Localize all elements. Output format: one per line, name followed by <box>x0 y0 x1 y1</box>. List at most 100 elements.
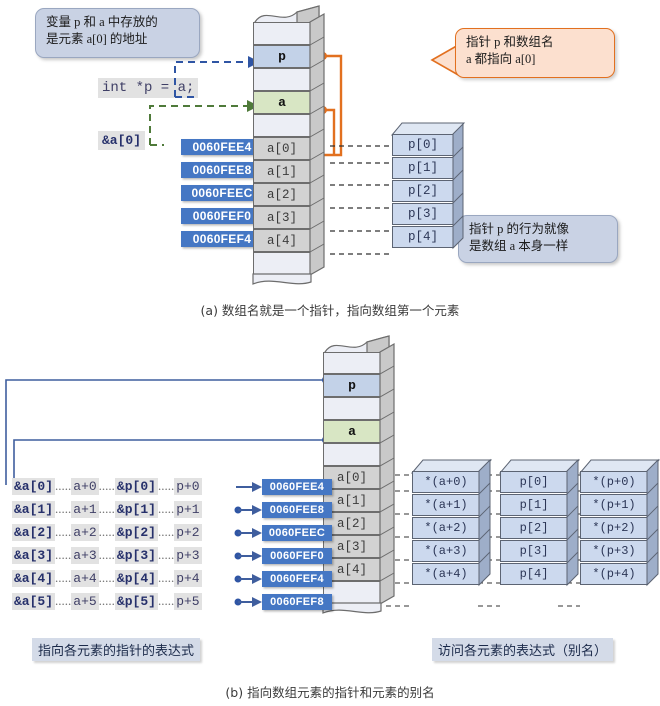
p-index-cell: p[0] <box>500 471 568 493</box>
star-a-column-side <box>478 458 491 587</box>
memory-stack-a-bottom <box>252 273 312 285</box>
star-p-cell: *(p+4) <box>580 563 648 585</box>
star-p-cell: *(p+1) <box>580 494 648 516</box>
a-plus-expr: a+5 <box>71 593 99 610</box>
p-plus-expr: p+1 <box>174 501 202 518</box>
address-pill: 0060FEF0 <box>262 548 332 564</box>
p-array-cell: p[4] <box>392 226 454 248</box>
address-pill: 0060FEF4 <box>181 231 263 247</box>
address-pill: 0060FEE4 <box>181 139 263 155</box>
amp-a-expr: &a[0] <box>12 478 56 495</box>
address-pill: 0060FEE8 <box>262 502 332 518</box>
label-access-expressions: 访问各元素的表达式（别名） <box>432 638 614 661</box>
amp-p-expr: &p[2] <box>114 524 158 541</box>
memory-stack-b: p a a[0] a[1] a[2] a[3] a[4] <box>323 342 399 620</box>
address-pill: 0060FEEC <box>181 185 263 201</box>
address-pill: 0060FEE4 <box>262 479 332 495</box>
note-balloon-pointer-array: 指针 p 和数组名 a 都指向 a[0] <box>455 28 615 78</box>
amp-a-expr: &a[3] <box>12 547 56 564</box>
amp-p-expr: &p[0] <box>114 478 158 495</box>
address-pill: 0060FEF0 <box>181 208 263 224</box>
expression-row: &a[4]..... a+4..... &p[4]..... p+4 <box>12 570 202 587</box>
p-plus-expr: p+0 <box>174 478 202 495</box>
p-plus-expr: p+5 <box>174 593 202 610</box>
p-index-cell: p[2] <box>500 517 568 539</box>
address-pill: 0060FEE8 <box>181 162 263 178</box>
p-array-cell: p[2] <box>392 180 454 202</box>
p-array-cell: p[0] <box>392 134 454 156</box>
amp-p-expr: &p[4] <box>114 570 158 587</box>
memory-cell-a: a <box>253 91 311 114</box>
p-index-column: p[0] p[1] p[2] p[3] p[4] <box>498 458 590 600</box>
star-a-column: *(a+0) *(a+1) *(a+2) *(a+3) *(a+4) <box>410 458 502 600</box>
star-p-column: *(p+0) *(p+1) *(p+2) *(p+3) *(p+4) <box>578 458 660 600</box>
expression-row: &a[1]..... a+1..... &p[1]..... p+1 <box>12 501 202 518</box>
panel-b-caption: (b) 指向数组元素的指针和元素的别名 <box>225 685 435 700</box>
address-pill: 0060FEF4 <box>262 571 332 587</box>
address-pill: 0060FEEC <box>262 525 332 541</box>
panel-a: 变量 p 和 a 中存放的 是元素 a[0] 的地址 int *p = a; &… <box>0 0 660 330</box>
star-p-cell: *(p+2) <box>580 517 648 539</box>
star-a-cell: *(a+1) <box>412 494 480 516</box>
amp-p-expr: &p[1] <box>114 501 158 518</box>
note-balloon-pointer-behaves: 指针 p 的行为就像 是数组 a 本身一样 <box>458 215 618 263</box>
memory-stack-b-side <box>379 342 395 606</box>
p-plus-expr: p+2 <box>174 524 202 541</box>
memory-stack-b-bottom <box>322 602 382 614</box>
panel-b: p a a[0] a[1] a[2] a[3] a[4] &a[0]..... a… <box>0 330 660 706</box>
p-array-cell: p[3] <box>392 203 454 225</box>
memory-cell-p: p <box>253 45 311 68</box>
amp-a-expr: &a[2] <box>12 524 56 541</box>
p-array-cell: p[1] <box>392 157 454 179</box>
note-balloon-pointer-behaves-text: 指针 p 的行为就像 是数组 a 本身一样 <box>469 222 570 253</box>
a-plus-expr: a+0 <box>71 478 99 495</box>
label-pointer-expressions: 指向各元素的指针的表达式 <box>32 638 201 661</box>
star-p-cell: *(p+3) <box>580 540 648 562</box>
memory-cell-p: p <box>323 374 381 397</box>
p-array-column-side <box>452 122 464 250</box>
memory-cell-a0: a[0] <box>253 137 311 160</box>
p-plus-expr: p+4 <box>174 570 202 587</box>
a-plus-expr: a+2 <box>71 524 99 541</box>
star-a-cell: *(a+4) <box>412 563 480 585</box>
amp-a-expr: &a[1] <box>12 501 56 518</box>
a-plus-expr: a+1 <box>71 501 99 518</box>
expression-row: &a[0]..... a+0..... &p[0]..... p+0 <box>12 478 202 495</box>
amp-a-expr: &a[4] <box>12 570 56 587</box>
expression-row: &a[2]..... a+2..... &p[2]..... p+2 <box>12 524 202 541</box>
p-index-cell: p[1] <box>500 494 568 516</box>
memory-cell-empty <box>253 22 311 45</box>
address-pill: 0060FEF8 <box>262 594 332 610</box>
p-array-column: p[0] p[1] p[2] p[3] p[4] <box>390 122 472 264</box>
star-p-cell: *(p+0) <box>580 471 648 493</box>
memory-cell-a1: a[1] <box>253 160 311 183</box>
p-index-cell: p[3] <box>500 540 568 562</box>
memory-cell-empty <box>253 68 311 91</box>
amp-a-expr: &a[5] <box>12 593 56 610</box>
memory-cell-empty <box>253 114 311 137</box>
a-plus-expr: a+4 <box>71 570 99 587</box>
expression-row: &a[5]..... a+5..... &p[5]..... p+5 <box>12 593 202 610</box>
expression-row: &a[3]..... a+3..... &p[3]..... p+3 <box>12 547 202 564</box>
memory-cell-a2: a[2] <box>253 183 311 206</box>
amp-p-expr: &p[5] <box>114 593 158 610</box>
a-plus-expr: a+3 <box>71 547 99 564</box>
memory-cell-empty <box>323 397 381 420</box>
panel-a-caption: (a) 数组名就是一个指针，指向数组第一个元素 <box>200 303 460 318</box>
memory-stack-a-side <box>309 12 325 277</box>
memory-cell-a3: a[3] <box>253 206 311 229</box>
star-p-column-side <box>646 458 659 587</box>
memory-cell-a4: a[4] <box>253 229 311 252</box>
amp-p-expr: &p[3] <box>114 547 158 564</box>
p-plus-expr: p+3 <box>174 547 202 564</box>
memory-stack-a: p a a[0] a[1] a[2] a[3] a[4] <box>253 12 329 282</box>
star-a-cell: *(a+0) <box>412 471 480 493</box>
star-a-cell: *(a+3) <box>412 540 480 562</box>
memory-cell-empty <box>323 443 381 466</box>
star-a-cell: *(a+2) <box>412 517 480 539</box>
p-index-cell: p[4] <box>500 563 568 585</box>
memory-cell-empty <box>253 252 311 275</box>
memory-cell-a: a <box>323 420 381 443</box>
note-balloon-pointer-array-text: 指针 p 和数组名 a 都指向 a[0] <box>466 35 554 66</box>
memory-cell-empty <box>323 352 381 374</box>
